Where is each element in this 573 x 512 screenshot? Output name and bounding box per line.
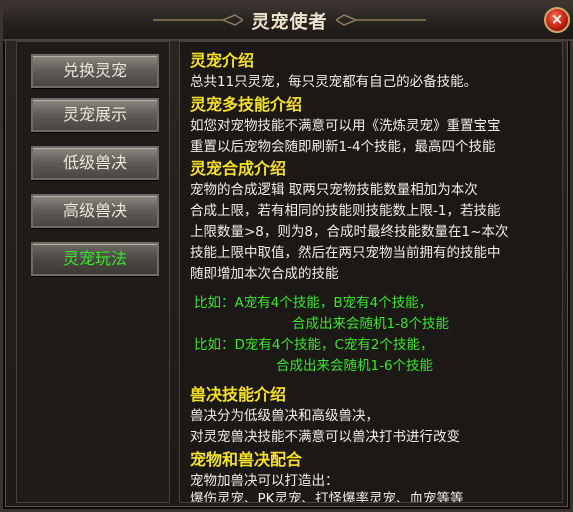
section-text: 宠物加兽决可以打造出：	[190, 473, 339, 489]
sidebar-item-pet-gameplay[interactable]: 灵宠玩法	[31, 242, 159, 276]
section-text: 技能上限中取值，然后在两只宠物当前拥有的技能中	[190, 245, 501, 261]
section-heading: 灵宠合成介绍	[190, 159, 287, 178]
sidebar-item-exchange-pet[interactable]: 兑换灵宠	[31, 54, 159, 88]
section-text: 爆伤灵宠、PK灵宠、打怪爆率灵宠、血宠等等	[190, 491, 464, 503]
window-title: 灵宠使者	[251, 12, 328, 33]
section-text: 宠物的合成逻辑 取两只宠物技能数量相加为本次	[190, 182, 478, 198]
dialog-window: 灵宠使者 × 兑换灵宠 灵宠展示 低级兽决 高级兽决 灵宠玩法 灵宠介绍 总共1…	[0, 0, 573, 512]
section-text: 如您对宠物技能不满意可以用《洗炼灵宠》重置宝宝	[190, 118, 501, 134]
sidebar: 兑换灵宠 灵宠展示 低级兽决 高级兽决 灵宠玩法	[16, 41, 170, 503]
section-text: 重置以后宠物会随即刷新1-4个技能，最高四个技能	[190, 139, 496, 155]
title-bar[interactable]: 灵宠使者 ×	[3, 3, 573, 41]
section-text: 总共11只灵宠，每只灵宠都有自己的必备技能。	[190, 74, 478, 90]
example-text: 比如：D宠有4个技能，C宠有2个技能，	[194, 337, 434, 353]
section-heading: 灵宠多技能介绍	[190, 95, 303, 114]
sidebar-item-low-skill-book[interactable]: 低级兽决	[31, 146, 159, 180]
example-text: 比如：A宠有4个技能，B宠有4个技能，	[194, 295, 433, 311]
section-text: 上限数量>8，则为8，合成时最终技能数量在1~本次	[190, 224, 509, 240]
section-text: 合成上限，若有相同的技能则技能数上限-1，若技能	[190, 203, 501, 219]
info-panel: 灵宠介绍 总共11只灵宠，每只灵宠都有自己的必备技能。 灵宠多技能介绍 如您对宠…	[179, 41, 563, 503]
section-heading: 兽决技能介绍	[190, 385, 287, 404]
section-text: 对灵宠兽决技能不满意可以兽决打书进行改变	[190, 429, 460, 445]
sidebar-item-high-skill-book[interactable]: 高级兽决	[31, 194, 159, 228]
example-text: 合成出来会随机1-6个技能	[276, 358, 434, 374]
sidebar-item-pet-showcase[interactable]: 灵宠展示	[31, 98, 159, 132]
title-ornament-right	[336, 14, 426, 26]
close-icon: ×	[550, 10, 564, 28]
section-text: 兽决分为低级兽决和高级兽决，	[190, 408, 379, 424]
close-button[interactable]: ×	[544, 7, 570, 33]
section-heading: 灵宠介绍	[190, 51, 255, 70]
section-heading: 宠物和兽决配合	[190, 450, 303, 469]
section-text: 随即增加本次合成的技能	[190, 266, 339, 282]
example-text: 合成出来会随机1-8个技能	[292, 316, 450, 332]
